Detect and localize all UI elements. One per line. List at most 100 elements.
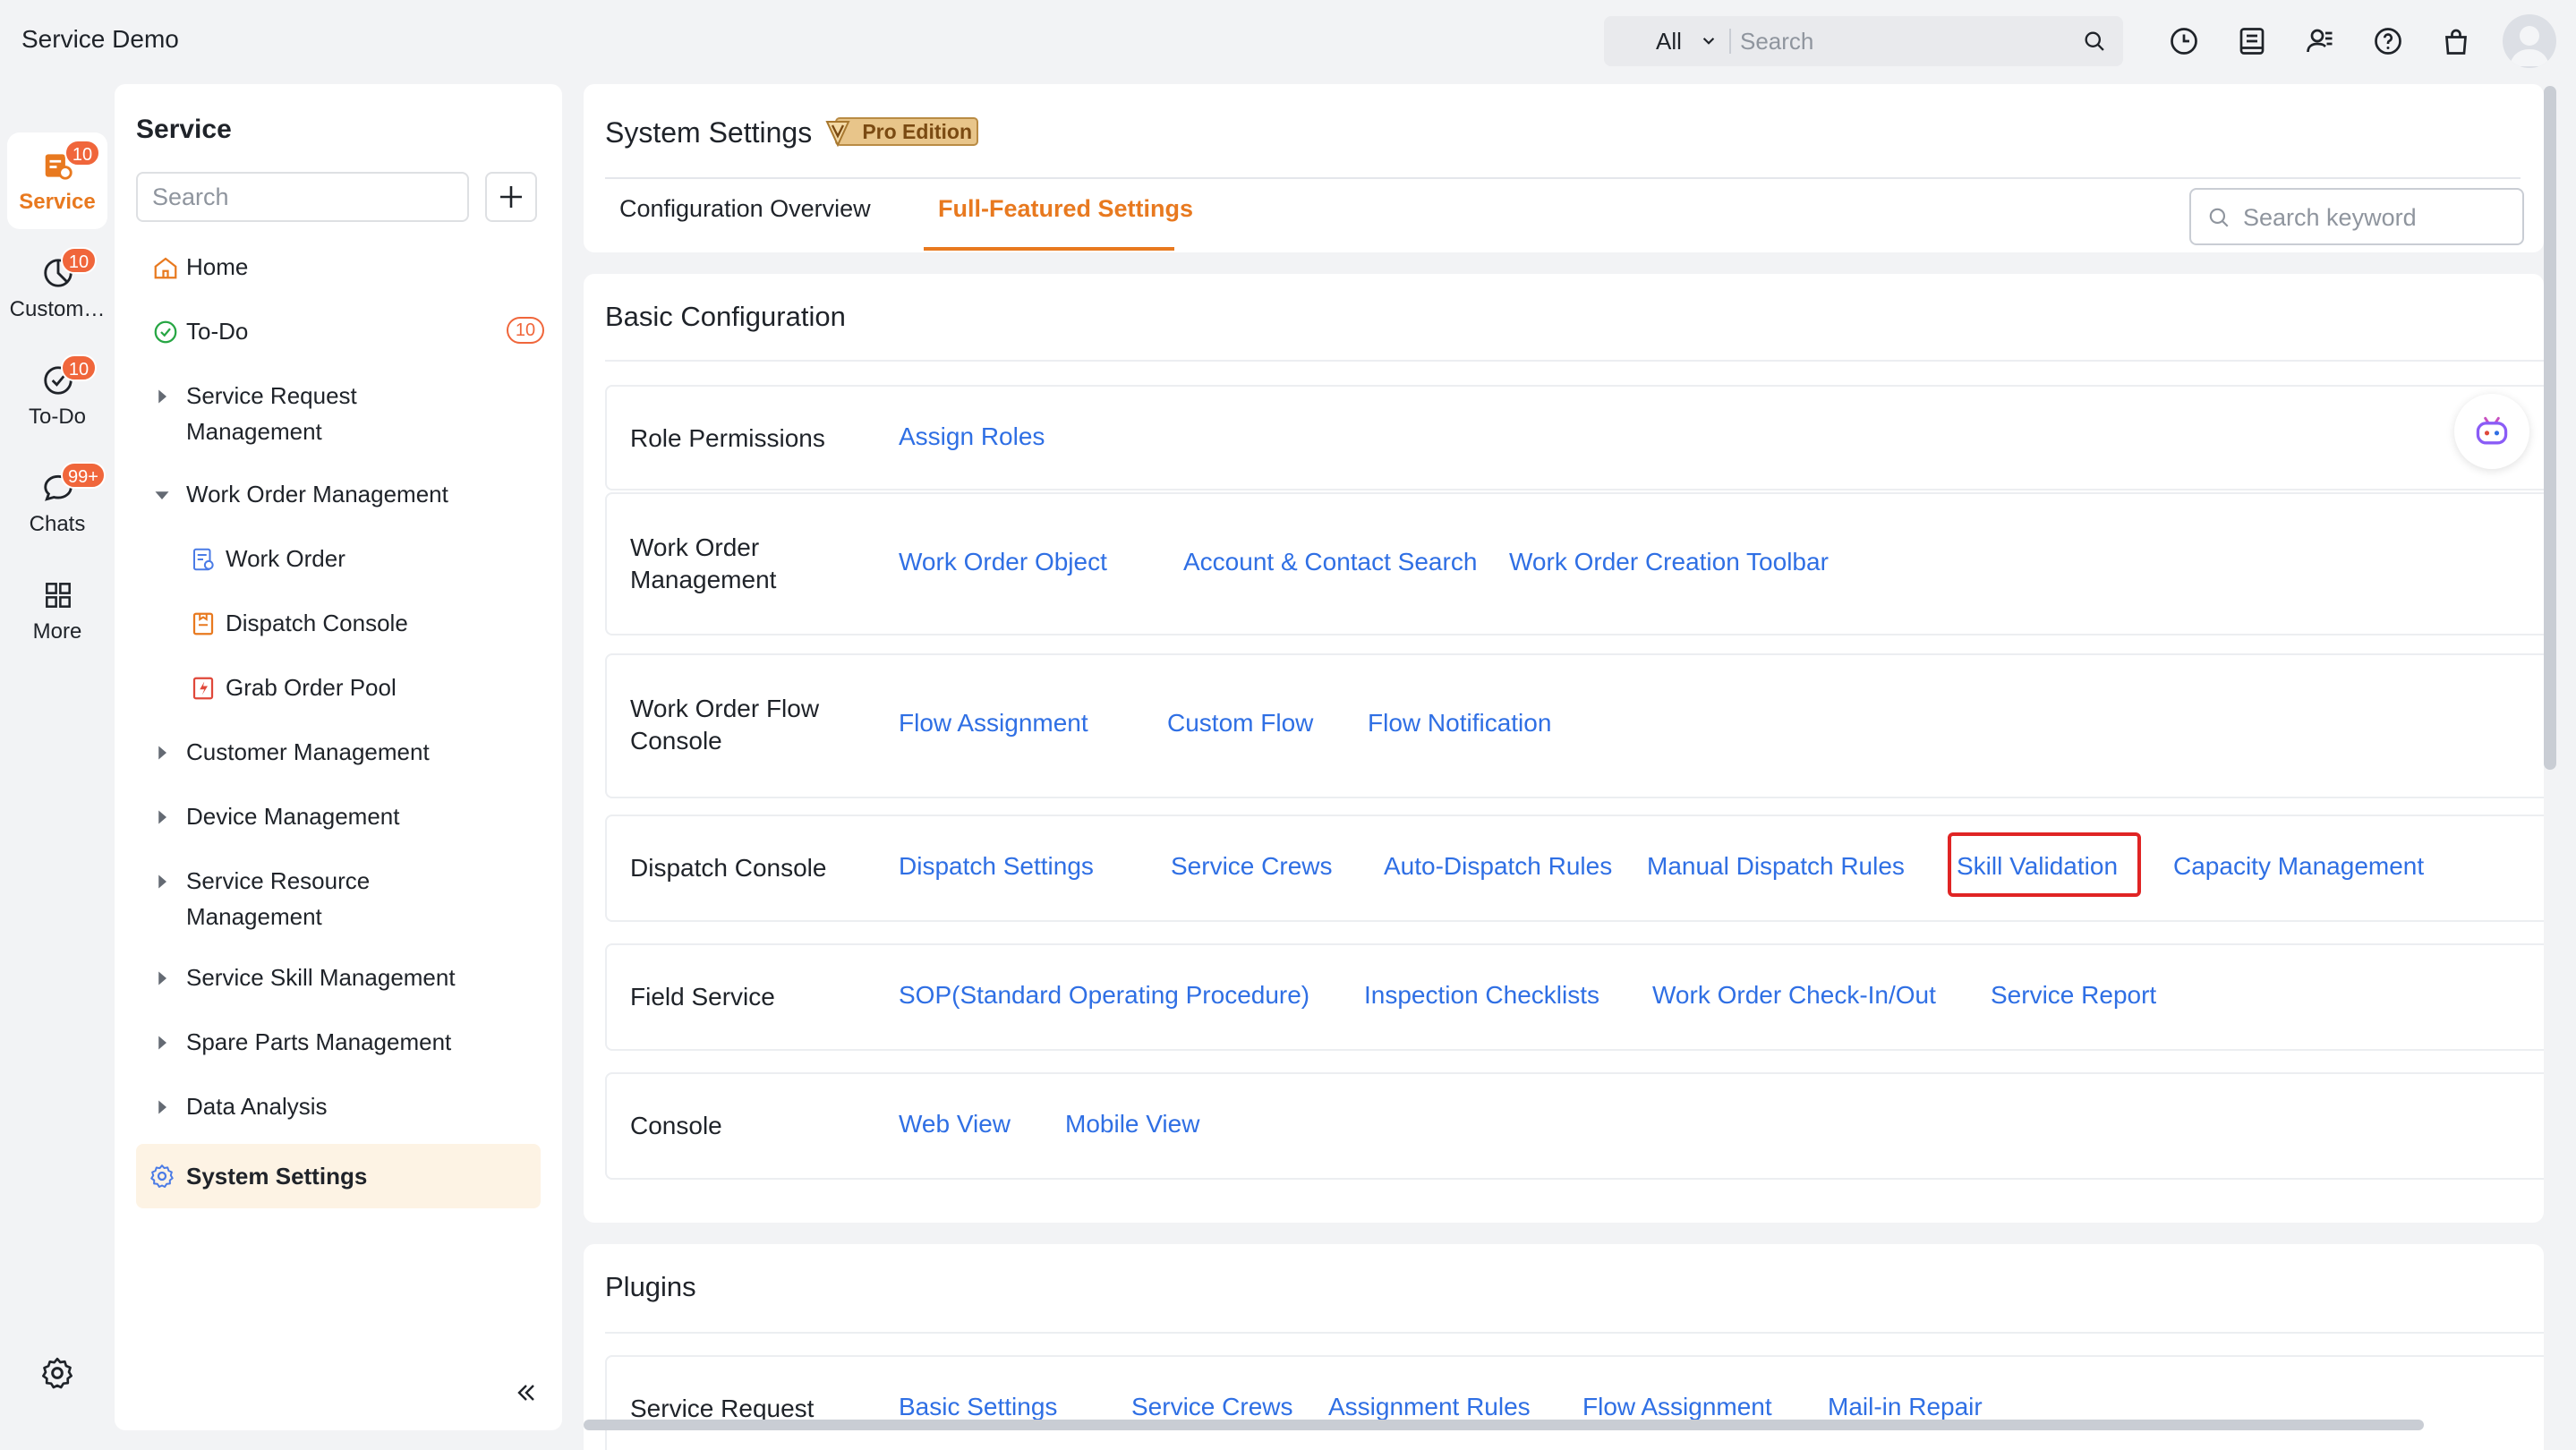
home-icon <box>154 257 177 279</box>
rail-item-todo[interactable]: 10 To-Do <box>7 347 107 444</box>
link-assign-roles[interactable]: Assign Roles <box>899 422 1045 451</box>
caret-down-icon <box>155 491 169 499</box>
search-divider <box>1729 29 1731 54</box>
section-title: Plugins <box>605 1271 696 1302</box>
basic-configuration-section: Basic Configuration Role Permissions Ass… <box>584 274 2544 1223</box>
link-inspection-checklists[interactable]: Inspection Checklists <box>1364 981 1599 1010</box>
rail-item-customers[interactable]: 10 Custom… <box>7 240 107 337</box>
global-search-input[interactable] <box>1740 23 2071 59</box>
top-bar: Service Demo All <box>0 0 2576 82</box>
link-mail-in-repair[interactable]: Mail-in Repair <box>1828 1393 1983 1421</box>
nav-item-label: Spare Parts Management <box>186 1028 452 1055</box>
nav-item-service-request-management[interactable]: Service Request Management <box>136 378 541 453</box>
tab-configuration-overview[interactable]: Configuration Overview <box>619 195 871 223</box>
config-row-service-request: Service Request Basic Settings Service C… <box>605 1355 2544 1450</box>
nav-item-home[interactable]: Home <box>136 249 541 285</box>
search-icon <box>2209 208 2229 227</box>
plus-icon <box>500 186 522 208</box>
nav-item-system-settings[interactable]: System Settings <box>136 1144 541 1208</box>
config-row-role-permissions: Role Permissions Assign Roles <box>605 385 2544 490</box>
row-label: Console <box>630 1112 722 1139</box>
tab-full-featured-settings[interactable]: Full-Featured Settings <box>938 195 1193 223</box>
search-scope-select[interactable]: All <box>1656 28 1682 55</box>
search-icon[interactable] <box>2082 29 2107 54</box>
divider <box>605 360 2544 362</box>
nav-item-service-resource-management[interactable]: Service Resource Management <box>136 863 541 938</box>
divider <box>605 1332 2544 1334</box>
ai-assistant-button[interactable] <box>2454 394 2529 469</box>
caret-right-icon <box>158 1036 166 1050</box>
chevron-down-icon[interactable] <box>1697 29 1720 52</box>
link-work-order-object[interactable]: Work Order Object <box>899 548 1107 576</box>
nav-title: Service <box>136 115 232 144</box>
link-skill-validation[interactable]: Skill Validation <box>1957 852 2118 881</box>
nav-item-todo[interactable]: To-Do <box>136 313 541 349</box>
rail-badge: 10 <box>64 140 100 166</box>
link-auto-dispatch-rules[interactable]: Auto-Dispatch Rules <box>1384 852 1612 881</box>
nav-item-label: Service Request Management <box>186 382 357 445</box>
nav-item-device-management[interactable]: Device Management <box>136 798 541 834</box>
link-mobile-view[interactable]: Mobile View <box>1065 1110 1199 1139</box>
link-flow-assignment[interactable]: Flow Assignment <box>1582 1393 1772 1421</box>
horizontal-scrollbar[interactable] <box>584 1420 2424 1430</box>
help-icon[interactable] <box>2372 25 2404 57</box>
nav-search-input[interactable] <box>136 172 469 222</box>
collapse-panel-icon[interactable] <box>512 1378 541 1407</box>
nav-item-data-analysis[interactable]: Data Analysis <box>136 1088 541 1124</box>
todo-count-badge: 10 <box>507 317 544 344</box>
nav-item-work-order[interactable]: Work Order <box>136 541 541 576</box>
nav-item-grab-order-pool[interactable]: Grab Order Pool <box>136 670 541 705</box>
section-title: Basic Configuration <box>605 301 846 332</box>
nav-item-work-order-management[interactable]: Work Order Management <box>136 476 541 512</box>
link-dispatch-settings[interactable]: Dispatch Settings <box>899 852 1094 881</box>
link-web-view[interactable]: Web View <box>899 1110 1011 1139</box>
rail-item-service[interactable]: 10 Service <box>7 132 107 229</box>
edition-badge-label: Pro Edition <box>862 120 972 143</box>
link-basic-settings[interactable]: Basic Settings <box>899 1393 1057 1421</box>
nav-item-label: Dispatch Console <box>226 610 408 636</box>
bag-icon[interactable] <box>2440 25 2472 57</box>
link-assignment-rules[interactable]: Assignment Rules <box>1328 1393 1531 1421</box>
link-custom-flow[interactable]: Custom Flow <box>1167 709 1313 738</box>
config-row-dispatch-console: Dispatch Console Dispatch Settings Servi… <box>605 815 2544 922</box>
rail-badge: 10 <box>61 354 97 381</box>
rail-label: More <box>32 619 82 644</box>
keyword-search-input[interactable] <box>2243 199 2512 236</box>
nav-item-service-skill-management[interactable]: Service Skill Management <box>136 960 541 995</box>
rail-item-more[interactable]: More <box>7 562 107 659</box>
link-capacity-management[interactable]: Capacity Management <box>2173 852 2424 881</box>
row-label: Field Service <box>630 983 775 1011</box>
nav-item-customer-management[interactable]: Customer Management <box>136 734 541 770</box>
link-flow-assignment[interactable]: Flow Assignment <box>899 709 1088 738</box>
clock-icon[interactable] <box>2168 25 2200 57</box>
link-account-contact-search[interactable]: Account & Contact Search <box>1183 548 1477 576</box>
link-service-crews[interactable]: Service Crews <box>1131 1393 1292 1421</box>
contacts-icon[interactable] <box>2304 25 2336 57</box>
rail-item-chats[interactable]: 99+ Chats <box>7 455 107 551</box>
link-work-order-creation-toolbar[interactable]: Work Order Creation Toolbar <box>1509 548 1829 576</box>
nav-item-label: Home <box>186 253 249 280</box>
dispatch-icon <box>192 612 214 635</box>
check-circle-icon <box>154 320 177 344</box>
link-service-crews[interactable]: Service Crews <box>1171 852 1332 881</box>
link-manual-dispatch-rules[interactable]: Manual Dispatch Rules <box>1647 852 1905 881</box>
config-row-field-service: Field Service SOP(Standard Operating Pro… <box>605 943 2544 1051</box>
settings-header: System Settings Pro Edition Configuratio… <box>584 84 2544 252</box>
row-label: Work Order Management <box>630 533 777 593</box>
add-button[interactable] <box>485 172 537 222</box>
nav-item-dispatch-console[interactable]: Dispatch Console <box>136 605 541 641</box>
vertical-scrollbar[interactable] <box>2544 86 2556 770</box>
grid-icon <box>46 583 71 608</box>
link-work-order-check-in-out[interactable]: Work Order Check-In/Out <box>1652 981 1936 1010</box>
nav-item-spare-parts-management[interactable]: Spare Parts Management <box>136 1024 541 1060</box>
user-avatar[interactable] <box>2503 14 2556 68</box>
config-row-console: Console Web View Mobile View <box>605 1072 2544 1180</box>
link-service-report[interactable]: Service Report <box>1991 981 2156 1010</box>
gear-icon[interactable] <box>39 1355 75 1391</box>
caret-right-icon <box>158 810 166 824</box>
link-sop[interactable]: SOP(Standard Operating Procedure) <box>899 981 1309 1010</box>
notes-icon[interactable] <box>2236 25 2268 57</box>
link-flow-notification[interactable]: Flow Notification <box>1368 709 1551 738</box>
caret-right-icon <box>158 1100 166 1114</box>
row-label: Dispatch Console <box>630 854 827 882</box>
